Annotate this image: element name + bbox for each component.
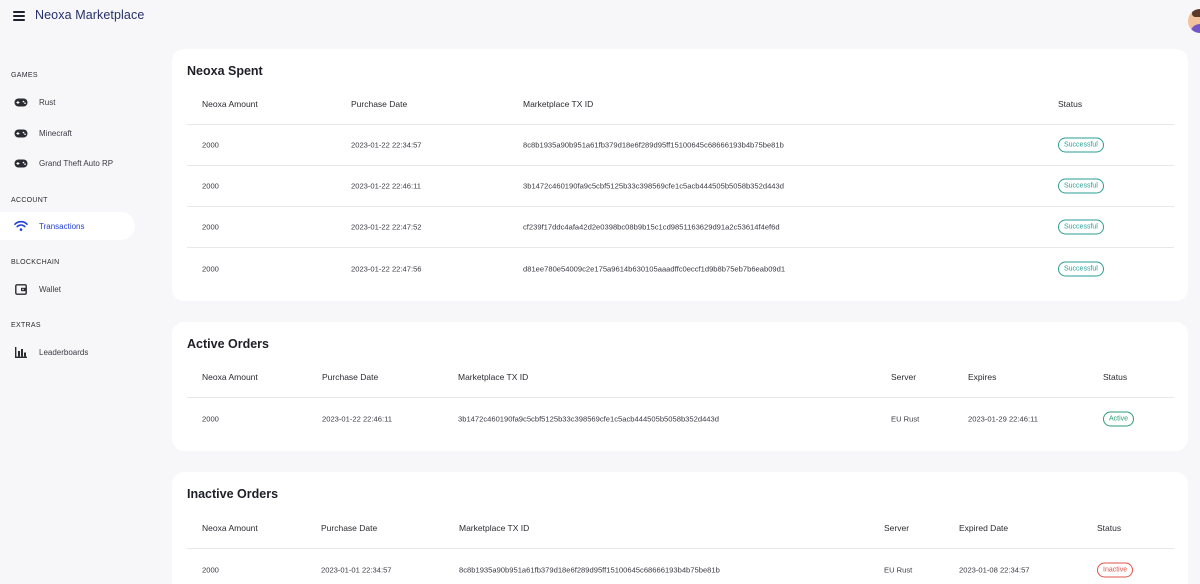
column-header[interactable]: Expires: [968, 372, 996, 382]
table-header: Neoxa Amount Purchase Date Marketplace T…: [187, 357, 1174, 398]
sidebar-item-minecraft[interactable]: Minecraft: [0, 119, 135, 147]
column-header[interactable]: Neoxa Amount: [202, 372, 258, 382]
column-header[interactable]: Neoxa Amount: [202, 523, 258, 533]
column-header[interactable]: Neoxa Amount: [202, 99, 258, 109]
status-cell: Successful: [1058, 219, 1104, 235]
table-row[interactable]: 2000 2023-01-01 22:34:57 8c8b1935a90b951…: [187, 549, 1174, 584]
tx-id-cell[interactable]: cf239f17ddc4afa42d2e0398bc08b9b15c1cd985…: [523, 223, 780, 232]
tx-id-cell[interactable]: 8c8b1935a90b951a61fb379d18e6f289d95ff151…: [523, 141, 784, 150]
wallet-icon: [14, 282, 28, 296]
table-row[interactable]: 2000 2023-01-22 22:46:11 3b1472c460190fa…: [187, 166, 1174, 207]
card-title: Neoxa Spent: [187, 64, 263, 78]
sidebar-item-label: Grand Theft Auto RP: [39, 158, 114, 168]
amount-cell: 2000: [202, 181, 219, 191]
column-header[interactable]: Status: [1058, 99, 1082, 109]
bar-chart-icon: [14, 345, 28, 359]
avatar[interactable]: [1188, 9, 1200, 33]
column-header[interactable]: Marketplace TX ID: [459, 523, 529, 533]
table-row[interactable]: 2000 2023-01-22 22:47:56 d81ee780e54009c…: [187, 248, 1174, 289]
top-bar: Neoxa Marketplace: [0, 0, 1200, 36]
tx-id-cell[interactable]: 8c8b1935a90b951a61fb379d18e6f289d95ff151…: [459, 565, 720, 574]
table-row[interactable]: 2000 2023-01-22 22:34:57 8c8b1935a90b951…: [187, 125, 1174, 166]
inactive-orders-card: Inactive Orders Neoxa Amount Purchase Da…: [172, 472, 1188, 584]
table-header: Neoxa Amount Purchase Date Marketplace T…: [187, 508, 1174, 549]
sidebar-item-gta-rp[interactable]: Grand Theft Auto RP: [0, 149, 135, 177]
sidebar-item-wallet[interactable]: Wallet: [0, 275, 135, 303]
date-cell: 2023-01-22 22:34:57: [351, 140, 422, 150]
status-badge: Successful: [1058, 261, 1104, 276]
tx-id-cell[interactable]: 3b1472c460190fa9c5cbf5125b33c398569cfe1c…: [458, 414, 719, 423]
sidebar-item-transactions[interactable]: Transactions: [0, 212, 135, 240]
status-cell: Inactive: [1097, 562, 1134, 577]
tx-id-cell[interactable]: 3b1472c460190fa9c5cbf5125b33c398569cfe1c…: [523, 182, 784, 191]
sidebar-item-label: Minecraft: [39, 128, 72, 138]
gamepad-icon: [14, 156, 28, 170]
date-cell: 2023-01-01 22:34:57: [321, 565, 392, 574]
sidebar-item-label: Leaderboards: [39, 347, 89, 357]
wifi-icon: [14, 219, 28, 233]
card-title: Active Orders: [187, 337, 269, 351]
status-badge: Successful: [1058, 178, 1104, 194]
column-header[interactable]: Purchase Date: [321, 523, 377, 533]
column-header[interactable]: Server: [884, 523, 909, 533]
status-badge: Successful: [1058, 219, 1104, 235]
section-label-account: ACCOUNT: [11, 197, 48, 204]
sidebar-item-label: Transactions: [39, 221, 85, 231]
date-cell: 2023-01-22 22:47:52: [351, 222, 422, 232]
expired-date-cell: 2023-01-08 22:34:57: [959, 565, 1030, 574]
status-cell: Successful: [1058, 261, 1104, 276]
sidebar-item-leaderboards[interactable]: Leaderboards: [0, 338, 135, 366]
amount-cell: 2000: [202, 565, 219, 574]
hamburger-menu-icon[interactable]: [13, 11, 25, 21]
table-header: Neoxa Amount Purchase Date Marketplace T…: [187, 84, 1174, 125]
column-header[interactable]: Server: [891, 372, 916, 382]
gamepad-icon: [14, 126, 28, 140]
amount-cell: 2000: [202, 140, 219, 150]
sidebar-item-label: Wallet: [39, 284, 61, 294]
gamepad-icon: [14, 95, 28, 109]
status-cell: Successful: [1058, 137, 1104, 153]
sidebar-item-label: Rust: [39, 97, 56, 107]
sidebar-item-rust[interactable]: Rust: [0, 88, 135, 116]
expires-cell: 2023-01-29 22:46:11: [968, 414, 1038, 423]
app-title: Neoxa Marketplace: [35, 8, 145, 22]
column-header[interactable]: Expired Date: [959, 523, 1008, 533]
date-cell: 2023-01-22 22:46:11: [322, 414, 392, 423]
active-orders-table: Neoxa Amount Purchase Date Marketplace T…: [187, 357, 1174, 439]
amount-cell: 2000: [202, 264, 219, 273]
neoxa-spent-card: Neoxa Spent Neoxa Amount Purchase Date M…: [172, 49, 1188, 301]
server-cell: EU Rust: [884, 565, 913, 574]
status-cell: Active: [1103, 411, 1135, 426]
status-badge: Active: [1103, 411, 1135, 426]
table-row[interactable]: 2000 2023-01-22 22:46:11 3b1472c460190fa…: [187, 398, 1174, 439]
status-badge: Successful: [1058, 137, 1104, 153]
column-header[interactable]: Status: [1097, 523, 1121, 533]
server-cell: EU Rust: [891, 414, 920, 423]
date-cell: 2023-01-22 22:47:56: [351, 264, 422, 273]
column-header[interactable]: Status: [1103, 372, 1127, 382]
inactive-orders-table: Neoxa Amount Purchase Date Marketplace T…: [187, 508, 1174, 584]
column-header[interactable]: Purchase Date: [322, 372, 378, 382]
status-cell: Successful: [1058, 178, 1104, 194]
column-header[interactable]: Marketplace TX ID: [458, 372, 528, 382]
neoxa-spent-table: Neoxa Amount Purchase Date Marketplace T…: [187, 84, 1174, 289]
amount-cell: 2000: [202, 222, 219, 232]
status-badge: Inactive: [1097, 562, 1134, 577]
column-header[interactable]: Purchase Date: [351, 99, 407, 109]
active-orders-card: Active Orders Neoxa Amount Purchase Date…: [172, 322, 1188, 451]
date-cell: 2023-01-22 22:46:11: [351, 181, 421, 191]
tx-id-cell[interactable]: d81ee780e54009c2e175a9614b630105aaadffc0…: [523, 264, 785, 273]
section-label-blockchain: BLOCKCHAIN: [11, 259, 60, 266]
section-label-extras: EXTRAS: [11, 322, 41, 329]
section-label-games: GAMES: [11, 72, 38, 79]
column-header[interactable]: Marketplace TX ID: [523, 99, 593, 109]
card-title: Inactive Orders: [187, 487, 279, 501]
amount-cell: 2000: [202, 414, 219, 423]
table-row[interactable]: 2000 2023-01-22 22:47:52 cf239f17ddc4afa…: [187, 207, 1174, 248]
